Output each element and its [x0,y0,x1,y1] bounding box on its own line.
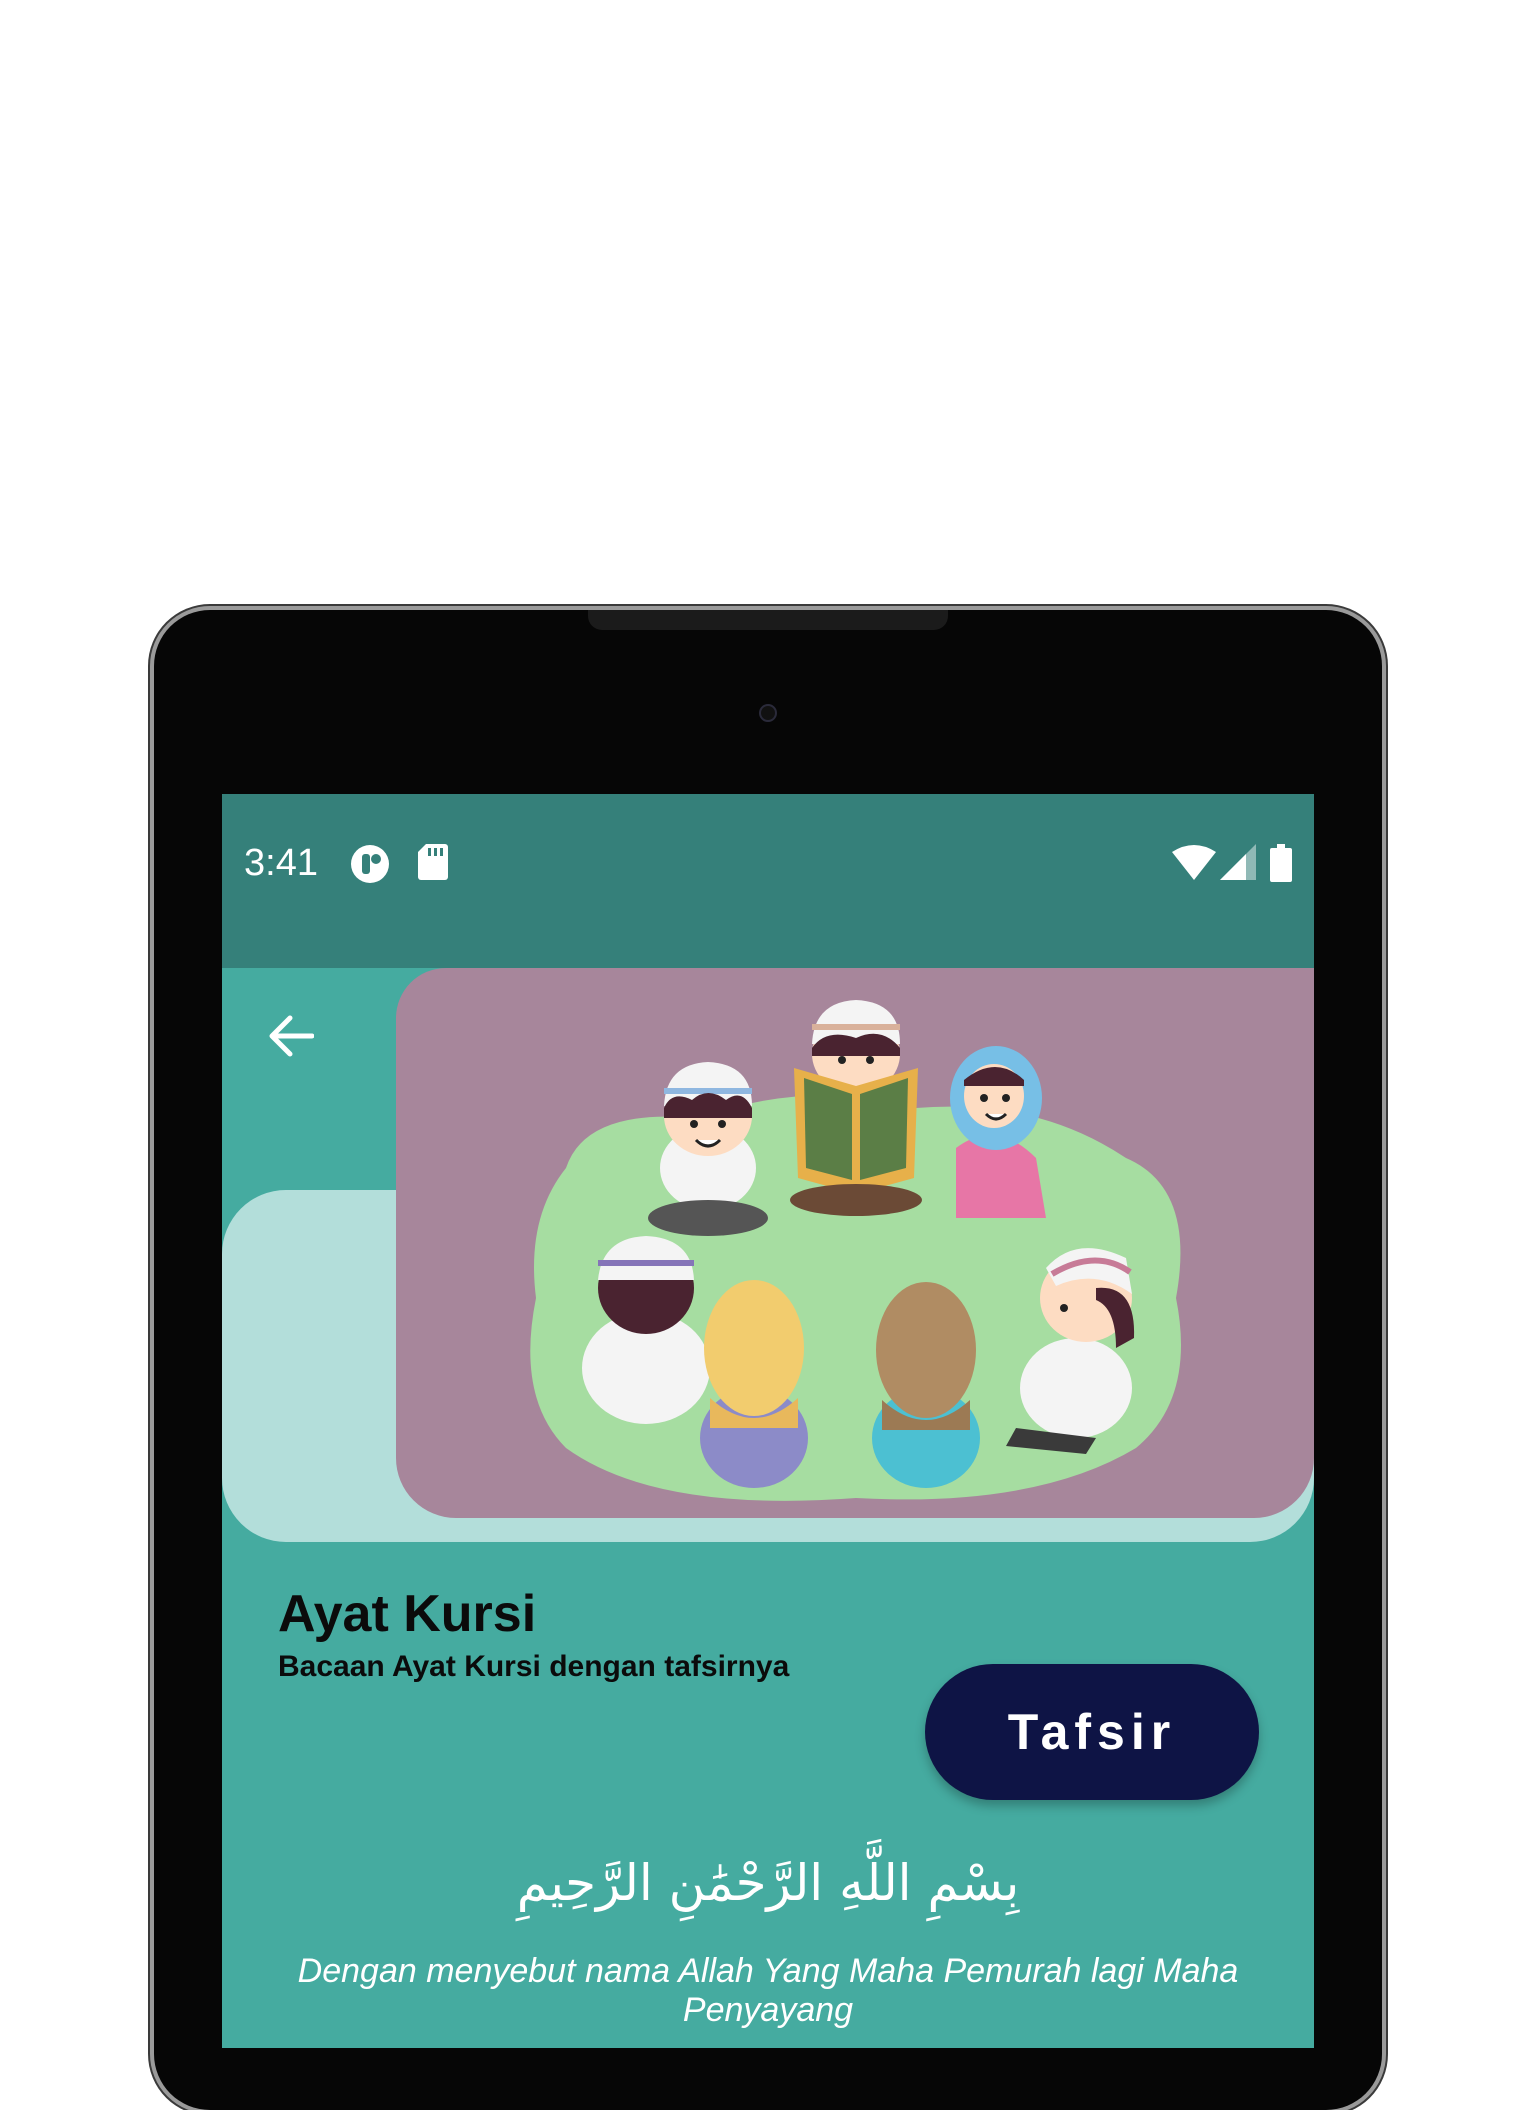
signal-icon [1220,844,1256,885]
app-screen: 3:41 Ayat Kursi Bacaan Ayat Kursi dengan… [222,794,1314,2048]
page-subtitle: Bacaan Ayat Kursi dengan tafsirnya [278,1650,790,1683]
back-button[interactable] [258,1004,322,1068]
sd-card-icon [418,844,448,885]
front-camera [759,704,777,722]
page-title: Ayat Kursi [278,1585,537,1643]
status-bar: 3:41 [222,794,1314,968]
arabic-verse: بِسْمِ اللَّهِ الرَّحْمَٰنِ الرَّحِيمِ [516,1854,1020,1912]
hero-illustration [396,968,1314,1518]
app-notification-icon [350,844,390,889]
wifi-icon [1172,844,1216,885]
arrow-left-icon [269,1015,314,1057]
battery-icon [1270,844,1292,887]
tafsir-button[interactable]: Tafsir [925,1664,1259,1800]
verse-translation: Dengan menyebut nama Allah Yang Maha Pem… [297,1952,1239,2029]
device-notch [588,610,948,630]
status-time: 3:41 [244,842,318,884]
